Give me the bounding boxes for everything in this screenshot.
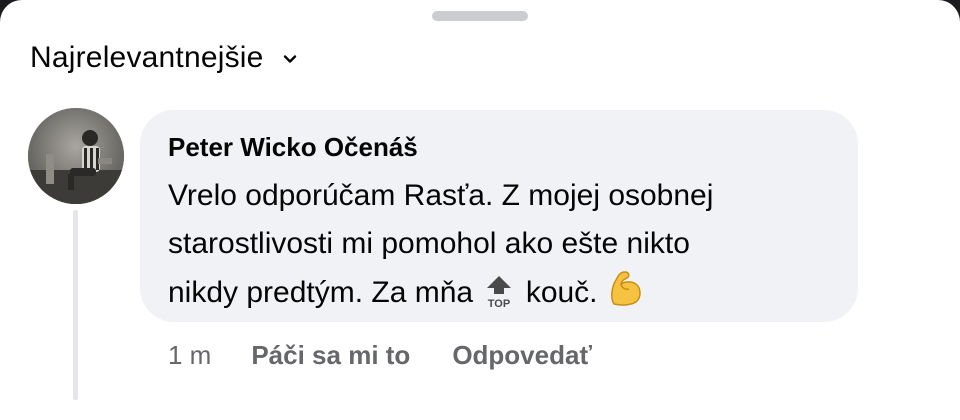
reply-thread-line — [73, 210, 78, 400]
comment-text: Vrelo odporúčam Rasťa. Z mojej osobnej s… — [168, 172, 858, 317]
comment-text-line: starostlivosti mi pomohol ako ešte nikto — [168, 227, 690, 260]
drag-handle[interactable] — [432, 11, 528, 21]
comment-timestamp[interactable]: 1 m — [168, 340, 211, 371]
flexed-biceps-emoji-icon — [610, 271, 641, 306]
comments-sheet: Najrelevantnejšie Peter Wicko Očenáš Vre… — [0, 0, 960, 420]
avatar[interactable] — [28, 108, 124, 204]
like-button[interactable]: Páči sa mi to — [251, 340, 410, 371]
svg-text:TOP: TOP — [488, 298, 510, 308]
comment-actions: 1 m Páči sa mi to Odpovedať — [168, 338, 634, 372]
comment-text-line: Vrelo odporúčam Rasťa. Z mojej osobnej — [168, 179, 714, 212]
top-arrow-emoji-icon: TOP — [487, 276, 512, 308]
comment-bubble: Peter Wicko Očenáš Vrelo odporúčam Rasťa… — [140, 110, 858, 322]
chevron-down-icon — [283, 55, 296, 63]
avatar-photo — [28, 108, 124, 204]
sort-selector[interactable]: Najrelevantnejšie — [30, 38, 298, 78]
comment-text-line: nikdy predtým. Za mňa — [168, 276, 474, 309]
comment-text-line: kouč. — [525, 276, 598, 309]
reply-button[interactable]: Odpovedať — [452, 340, 592, 371]
comment-author[interactable]: Peter Wicko Očenáš — [168, 132, 418, 163]
sort-label: Najrelevantnejšie — [30, 41, 264, 74]
